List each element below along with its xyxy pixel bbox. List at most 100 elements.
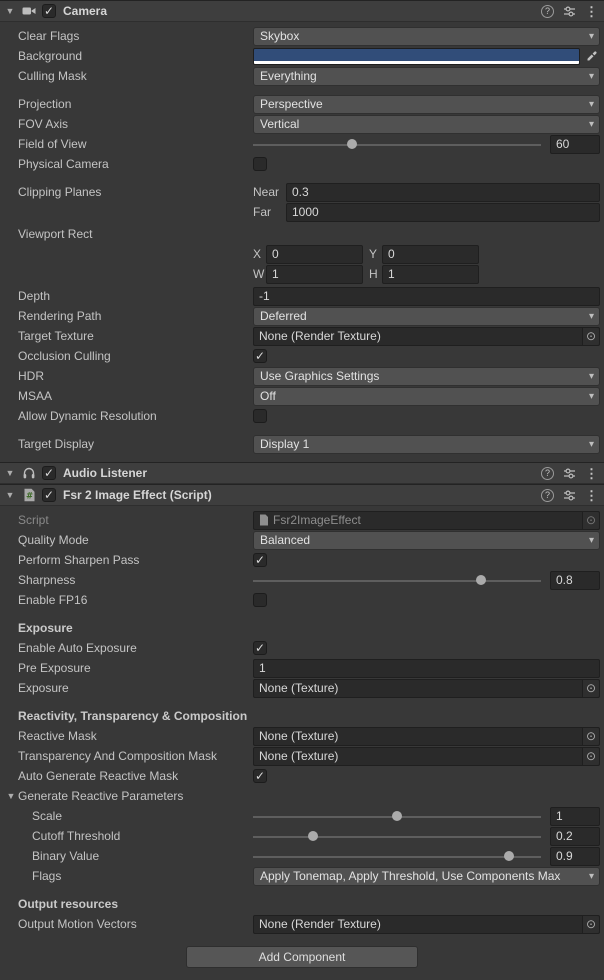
scale-input[interactable]: 1 xyxy=(550,807,600,826)
viewport-h-input[interactable]: 1 xyxy=(382,265,479,284)
object-picker-icon[interactable]: ⊙ xyxy=(582,328,599,345)
kebab-menu-icon[interactable]: ⋮ xyxy=(585,467,598,480)
chevron-down-icon: ▾ xyxy=(586,535,597,546)
projection-dropdown[interactable]: Perspective ▾ xyxy=(253,95,600,114)
field-of-view-input[interactable]: 60 xyxy=(550,135,600,154)
background-color-field[interactable] xyxy=(253,48,580,65)
exposure-field[interactable]: None (Texture) ⊙ xyxy=(253,679,600,698)
allow-dynamic-resolution-checkbox[interactable]: ✓ xyxy=(253,409,267,423)
output-motion-vectors-row: Output Motion Vectors None (Render Textu… xyxy=(0,914,604,934)
physical-camera-checkbox[interactable]: ✓ xyxy=(253,157,267,171)
exposure-label: Exposure xyxy=(18,681,253,695)
presets-icon[interactable] xyxy=(563,489,576,502)
auto-generate-reactive-mask-checkbox[interactable]: ✓ xyxy=(253,769,267,783)
object-picker-icon[interactable]: ⊙ xyxy=(582,680,599,697)
fov-axis-dropdown[interactable]: Vertical ▾ xyxy=(253,115,600,134)
camera-component-header[interactable]: ▼ ✓ Camera ? ⋮ xyxy=(0,0,604,22)
reactive-mask-field[interactable]: None (Texture) ⊙ xyxy=(253,727,600,746)
flags-dropdown[interactable]: Apply Tonemap, Apply Threshold, Use Comp… xyxy=(253,867,600,886)
viewport-x-input[interactable]: 0 xyxy=(266,245,363,264)
audio-listener-enabled-toggle[interactable]: ✓ xyxy=(42,466,56,480)
viewport-w-input[interactable]: 1 xyxy=(266,265,363,284)
target-display-dropdown[interactable]: Display 1 ▾ xyxy=(253,435,600,454)
sharpness-slider[interactable] xyxy=(253,571,541,590)
presets-icon[interactable] xyxy=(563,5,576,18)
checkmark-icon: ✓ xyxy=(44,489,54,501)
msaa-value: Off xyxy=(260,389,586,403)
slider-thumb[interactable] xyxy=(476,575,486,585)
y-label: Y xyxy=(369,247,382,261)
slider-thumb[interactable] xyxy=(504,851,514,861)
object-picker-icon[interactable]: ⊙ xyxy=(582,728,599,745)
audio-listener-component-header[interactable]: ▼ ✓ Audio Listener ? ⋮ xyxy=(0,462,604,484)
help-icon[interactable]: ? xyxy=(541,467,554,480)
perform-sharpen-pass-checkbox[interactable]: ✓ xyxy=(253,553,267,567)
output-motion-vectors-field[interactable]: None (Render Texture) ⊙ xyxy=(253,915,600,934)
scale-label: Scale xyxy=(32,809,253,823)
checkmark-icon: ✓ xyxy=(255,770,265,782)
enable-auto-exposure-checkbox[interactable]: ✓ xyxy=(253,641,267,655)
eyedropper-icon[interactable] xyxy=(583,47,600,65)
kebab-menu-icon[interactable]: ⋮ xyxy=(585,5,598,18)
exposure-section-header: Exposure xyxy=(0,618,604,638)
culling-mask-dropdown[interactable]: Everything ▾ xyxy=(253,67,600,86)
msaa-dropdown[interactable]: Off ▾ xyxy=(253,387,600,406)
quality-mode-dropdown[interactable]: Balanced ▾ xyxy=(253,531,600,550)
headphones-icon xyxy=(21,465,37,481)
near-label: Near xyxy=(253,185,286,199)
rendering-path-dropdown[interactable]: Deferred ▾ xyxy=(253,307,600,326)
scale-slider[interactable] xyxy=(253,807,541,826)
target-display-value: Display 1 xyxy=(260,437,586,451)
far-input[interactable]: 1000 xyxy=(286,203,600,222)
depth-input[interactable]: -1 xyxy=(253,287,600,306)
foldout-icon[interactable]: ▼ xyxy=(4,490,16,500)
slider-thumb[interactable] xyxy=(392,811,402,821)
exposure-row: Exposure None (Texture) ⊙ xyxy=(0,678,604,698)
foldout-icon[interactable]: ▼ xyxy=(4,6,16,16)
object-picker-icon[interactable]: ⊙ xyxy=(582,916,599,933)
kebab-menu-icon[interactable]: ⋮ xyxy=(585,489,598,502)
generate-reactive-parameters-row[interactable]: ▼ Generate Reactive Parameters xyxy=(0,786,604,806)
culling-mask-row: Culling Mask Everything ▾ xyxy=(0,66,604,86)
quality-mode-row: Quality Mode Balanced ▾ xyxy=(0,530,604,550)
object-picker-icon[interactable]: ⊙ xyxy=(582,748,599,765)
checkmark-icon: ✓ xyxy=(255,350,265,362)
chevron-down-icon: ▾ xyxy=(586,119,597,130)
fsr2-component-header[interactable]: ▼ # ✓ Fsr 2 Image Effect (Script) ? ⋮ xyxy=(0,484,604,506)
clear-flags-dropdown[interactable]: Skybox ▾ xyxy=(253,27,600,46)
transparency-mask-field[interactable]: None (Texture) ⊙ xyxy=(253,747,600,766)
msaa-label: MSAA xyxy=(18,389,253,403)
target-texture-field[interactable]: None (Render Texture) ⊙ xyxy=(253,327,600,346)
pre-exposure-label: Pre Exposure xyxy=(18,661,253,675)
chevron-down-icon: ▾ xyxy=(586,71,597,82)
cutoff-threshold-slider[interactable] xyxy=(253,827,541,846)
auto-generate-reactive-mask-row: Auto Generate Reactive Mask ✓ xyxy=(0,766,604,786)
slider-track xyxy=(253,144,541,146)
fsr2-component-title: Fsr 2 Image Effect (Script) xyxy=(63,488,212,502)
slider-thumb[interactable] xyxy=(308,831,318,841)
viewport-y-input[interactable]: 0 xyxy=(382,245,479,264)
near-input[interactable]: 0.3 xyxy=(286,183,600,202)
hdr-dropdown[interactable]: Use Graphics Settings ▾ xyxy=(253,367,600,386)
pre-exposure-input[interactable]: 1 xyxy=(253,659,600,678)
help-icon[interactable]: ? xyxy=(541,489,554,502)
presets-icon[interactable] xyxy=(563,467,576,480)
fsr2-enabled-toggle[interactable]: ✓ xyxy=(42,488,56,502)
help-icon[interactable]: ? xyxy=(541,5,554,18)
binary-value-slider[interactable] xyxy=(253,847,541,866)
foldout-icon[interactable]: ▼ xyxy=(4,468,16,478)
camera-enabled-toggle[interactable]: ✓ xyxy=(42,4,56,18)
alpha-bar xyxy=(254,61,579,64)
field-of-view-slider[interactable] xyxy=(253,135,541,154)
rendering-path-row: Rendering Path Deferred ▾ xyxy=(0,306,604,326)
occlusion-culling-checkbox[interactable]: ✓ xyxy=(253,349,267,363)
add-component-button[interactable]: Add Component xyxy=(186,946,418,968)
cutoff-threshold-input[interactable]: 0.2 xyxy=(550,827,600,846)
viewport-rect-xy-row: X 0 Y 0 xyxy=(0,244,604,264)
target-texture-row: Target Texture None (Render Texture) ⊙ xyxy=(0,326,604,346)
slider-thumb[interactable] xyxy=(347,139,357,149)
enable-fp16-checkbox[interactable]: ✓ xyxy=(253,593,267,607)
binary-value-input[interactable]: 0.9 xyxy=(550,847,600,866)
foldout-icon[interactable]: ▼ xyxy=(5,791,17,801)
sharpness-input[interactable]: 0.8 xyxy=(550,571,600,590)
